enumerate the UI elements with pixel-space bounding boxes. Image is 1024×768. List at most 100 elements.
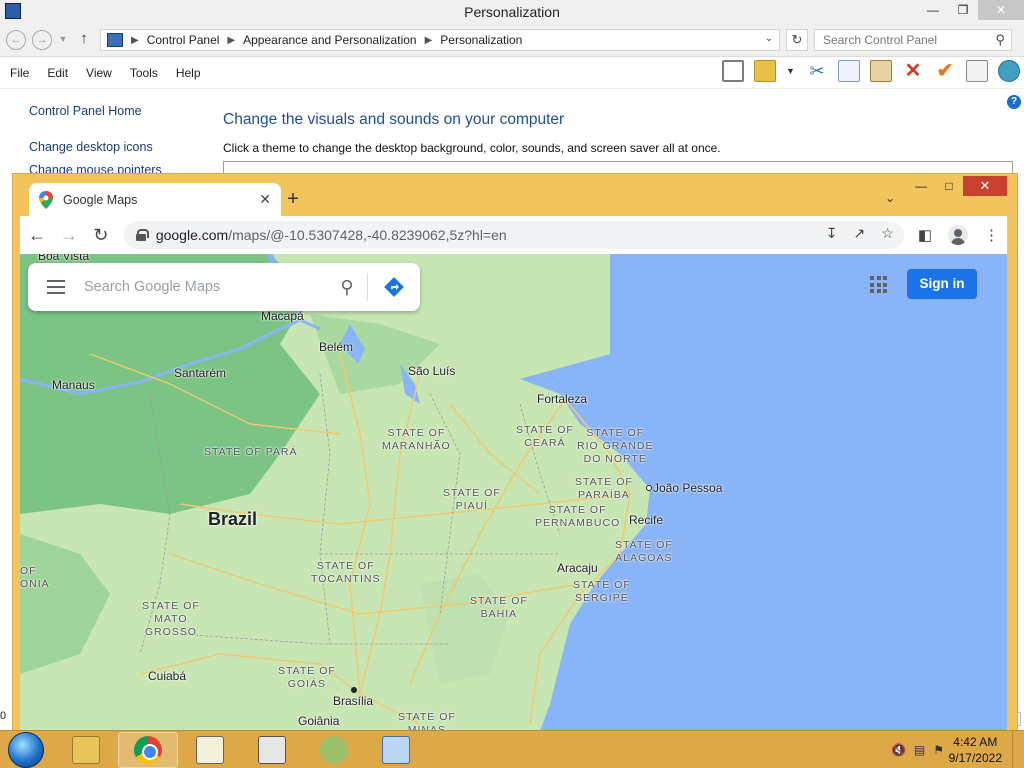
map-label-joao-pessoa[interactable]: João Pessoa — [653, 481, 722, 495]
map-label-goiania[interactable]: Goiânia — [298, 714, 339, 728]
chrome-icon — [134, 736, 162, 764]
close-icon[interactable]: ✕ — [259, 191, 271, 208]
windows-start-icon[interactable] — [8, 732, 44, 768]
taskbar-control-panel[interactable] — [366, 732, 426, 768]
directions-icon[interactable] — [368, 276, 420, 298]
map-label-santarem[interactable]: Santarém — [174, 366, 226, 380]
menu-help[interactable]: Help — [176, 66, 201, 80]
delete-icon[interactable]: ✕ — [902, 60, 924, 82]
map-terrain — [20, 254, 652, 731]
action-center-flag-icon[interactable]: ⚑ — [933, 743, 944, 757]
map-label-pernambuco: STATE OF PERNAMBUCO — [535, 504, 621, 529]
map-label-manaus[interactable]: Manaus — [52, 378, 95, 392]
map-label-aracaju[interactable]: Aracaju — [557, 561, 598, 575]
taskbar-app-5[interactable] — [304, 732, 364, 768]
maximize-icon[interactable]: □ — [935, 176, 963, 196]
map-label-minas: STATE OF MINAS — [398, 711, 456, 731]
maps-search-input[interactable]: Search Google Maps — [84, 279, 327, 295]
map-label-macapa[interactable]: Macapá — [261, 309, 304, 323]
cut-icon[interactable]: ✂ — [806, 60, 828, 82]
address-dropdown-icon[interactable]: ⌄ — [765, 33, 773, 44]
map-label-belem[interactable]: Belém — [319, 340, 353, 354]
map-label-brazil[interactable]: Brazil — [208, 509, 257, 530]
network-icon[interactable]: ▤ — [914, 743, 925, 757]
menu-view[interactable]: View — [86, 66, 112, 80]
properties-icon[interactable] — [966, 60, 988, 82]
map-label-cuiaba[interactable]: Cuiabá — [148, 669, 186, 683]
volume-muted-icon[interactable]: 🔇 — [891, 743, 906, 757]
sign-in-button[interactable]: Sign in — [907, 269, 977, 299]
page-description: Click a theme to change the desktop back… — [223, 141, 721, 155]
map-canvas[interactable]: Boa Vista Macapá Belém Manaus Santarém S… — [20, 254, 1007, 731]
map-label-fortaleza[interactable]: Fortaleza — [537, 392, 587, 406]
share-icon[interactable]: ↗ — [854, 225, 866, 242]
bookmark-star-icon[interactable]: ☆ — [881, 225, 894, 242]
google-apps-grid-icon[interactable] — [870, 276, 887, 293]
forward-arrow-icon[interactable]: → — [32, 30, 52, 50]
cp-titlebar: Personalization — ❐ ✕ — [0, 0, 1024, 24]
hamburger-menu-icon[interactable] — [28, 263, 84, 311]
paste-icon[interactable] — [870, 60, 892, 82]
recent-locations-chevron-icon[interactable]: ▼ — [58, 30, 68, 50]
profile-avatar-icon[interactable] — [948, 225, 968, 245]
restore-icon[interactable]: ❐ — [948, 0, 978, 20]
chevron-down-icon[interactable]: ⌄ — [885, 191, 895, 205]
taskbar-app-3[interactable] — [180, 732, 240, 768]
breadcrumb[interactable]: ▶ Control Panel ▶ Appearance and Persona… — [100, 29, 780, 51]
minimize-icon[interactable]: — — [918, 0, 948, 20]
install-app-icon[interactable]: ↧ — [826, 225, 838, 242]
layout-pane-icon[interactable] — [722, 60, 744, 82]
up-arrow-icon[interactable]: ↑ — [74, 30, 94, 50]
map-label-recife[interactable]: Recife — [629, 513, 663, 527]
map-label-tocantins: STATE OF TOCANTINS — [311, 560, 381, 585]
breadcrumb-personalization[interactable]: Personalization — [440, 33, 522, 47]
folder-options-icon[interactable] — [754, 60, 776, 82]
breadcrumb-appearance[interactable]: Appearance and Personalization — [243, 33, 416, 47]
sidebar-item-desktop-icons[interactable]: Change desktop icons — [29, 140, 162, 154]
new-tab-plus-icon[interactable]: + — [281, 188, 305, 210]
cp-toolbar: ▼ ✂ ✕ ✔ — [722, 60, 1020, 82]
map-label-sao-luis[interactable]: São Luís — [408, 364, 455, 378]
show-desktop-button[interactable] — [1012, 731, 1024, 768]
breadcrumb-control-panel[interactable]: Control Panel — [147, 33, 220, 47]
close-icon[interactable]: ✕ — [978, 0, 1024, 20]
back-arrow-icon[interactable]: ← — [28, 225, 46, 246]
cp-edge-text: 0 — [0, 710, 7, 722]
search-icon[interactable]: ⚲ — [995, 30, 1005, 50]
taskbar-chrome[interactable] — [118, 732, 178, 768]
reload-icon[interactable]: ↻ — [92, 225, 110, 246]
url-text[interactable]: google.com/maps/@-10.5307428,-40.8239062… — [156, 227, 507, 243]
menu-tools[interactable]: Tools — [130, 66, 158, 80]
cp-address-bar: ← → ▼ ↑ ▶ Control Panel ▶ Appearance and… — [0, 24, 1024, 57]
address-bar[interactable]: google.com/maps/@-10.5307428,-40.8239062… — [123, 221, 904, 249]
menu-edit[interactable]: Edit — [47, 66, 68, 80]
taskbar-clock[interactable]: 4:42 AM 9/17/2022 — [949, 734, 1002, 766]
sidebar-item-control-panel-home[interactable]: Control Panel Home — [29, 104, 162, 118]
maps-search-box: Search Google Maps ⚲ — [28, 263, 420, 311]
taskbar-file-explorer[interactable] — [56, 732, 116, 768]
search-icon[interactable]: ⚲ — [327, 277, 367, 298]
lock-icon[interactable] — [135, 229, 149, 241]
menu-file[interactable]: File — [10, 66, 29, 80]
map-label-brasilia[interactable]: Brasília — [333, 694, 373, 708]
side-panel-icon[interactable]: ◧ — [918, 226, 932, 244]
kebab-menu-icon[interactable]: ⋮ — [984, 226, 999, 244]
refresh-icon[interactable]: ↻ — [786, 29, 808, 51]
url-host: google.com — [155, 227, 229, 243]
app-icon — [196, 736, 224, 764]
map-label-mato-grosso: STATE OF MATO GROSSO — [142, 600, 200, 638]
minimize-icon[interactable]: — — [907, 176, 935, 196]
copy-icon[interactable] — [838, 60, 860, 82]
checkmark-icon[interactable]: ✔ — [934, 60, 956, 82]
tab-google-maps[interactable]: Google Maps ✕ — [29, 183, 281, 216]
back-arrow-icon[interactable]: ← — [6, 30, 26, 50]
close-icon[interactable]: ✕ — [963, 176, 1007, 196]
taskbar-app-4[interactable] — [242, 732, 302, 768]
globe-icon[interactable] — [998, 60, 1020, 82]
chevron-down-icon[interactable]: ▼ — [786, 60, 796, 82]
forward-arrow-icon[interactable]: → — [60, 225, 78, 246]
cp-search-input[interactable]: Search Control Panel ⚲ — [814, 29, 1012, 51]
map-label-para: STATE OF PARÁ — [204, 446, 298, 458]
help-icon[interactable]: ? — [1007, 95, 1021, 109]
map-label-boa-vista[interactable]: Boa Vista — [38, 254, 89, 263]
